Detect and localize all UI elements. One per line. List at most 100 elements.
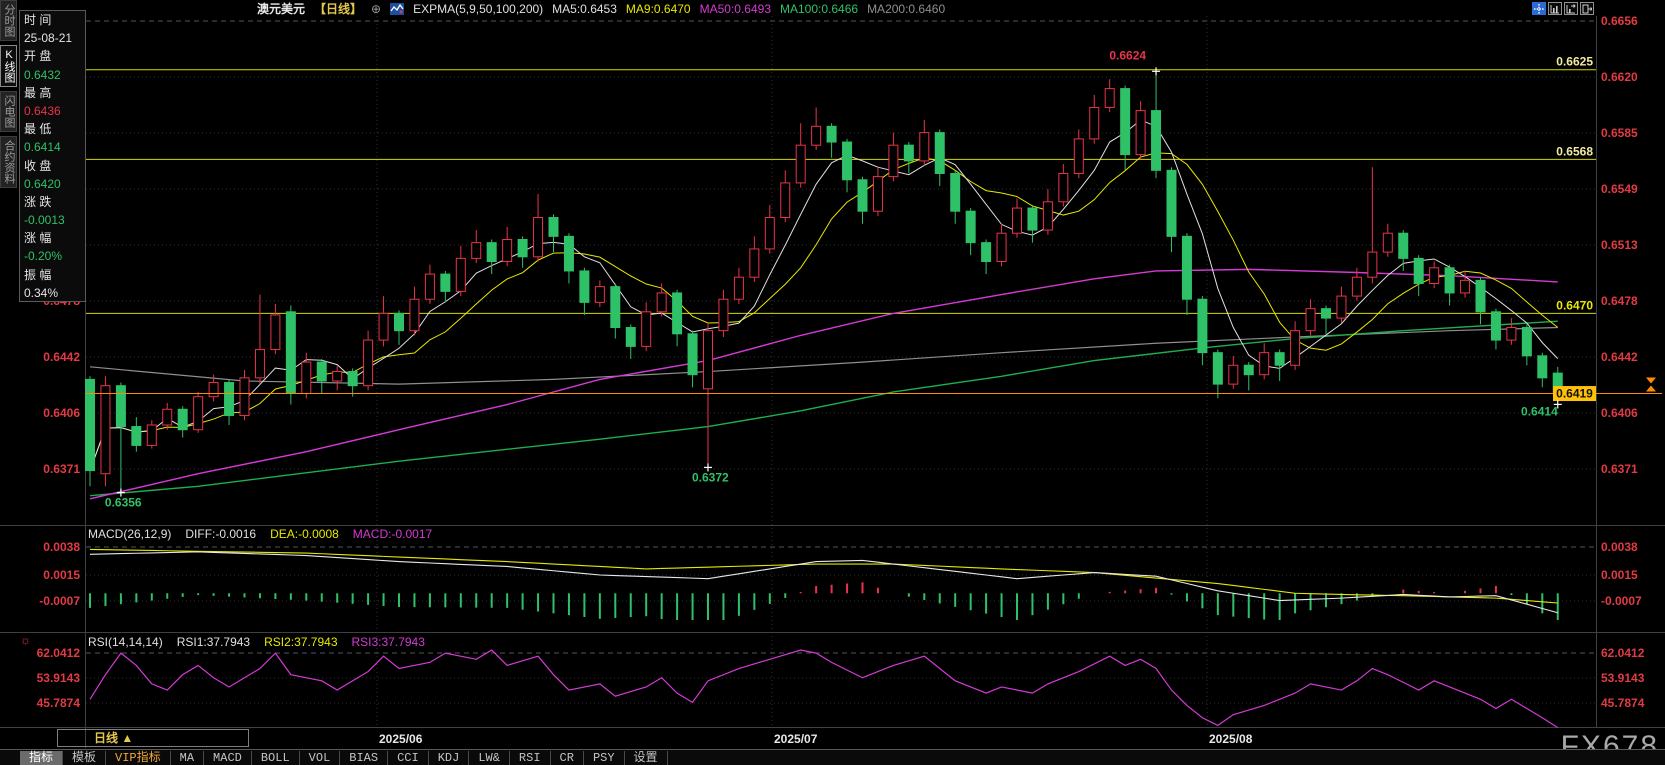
info-value-close: 0.6420 [24, 175, 85, 193]
svg-text:0.0038: 0.0038 [43, 540, 80, 554]
svg-text:-0.0007: -0.0007 [1601, 594, 1642, 608]
svg-text:0.6625: 0.6625 [1556, 55, 1593, 69]
svg-text:53.9143: 53.9143 [1601, 671, 1645, 685]
svg-text:0.6568: 0.6568 [1556, 144, 1593, 158]
macd-header: MACD(26,12,9) DIFF:-0.0016 DEA:-0.0008 M… [88, 527, 432, 541]
svg-text:62.0412: 62.0412 [37, 646, 81, 660]
period-selector[interactable]: 日线 ▲ [57, 729, 249, 747]
tab-ma[interactable]: MA [171, 751, 204, 765]
svg-text:0.6624: 0.6624 [1109, 48, 1146, 62]
info-label: 涨 跌 [24, 193, 85, 211]
tab-kdj[interactable]: KDJ [429, 751, 470, 765]
svg-text:0.6585: 0.6585 [1601, 126, 1638, 140]
macd-diff-value: DIFF:-0.0016 [185, 527, 256, 541]
svg-text:0.6414: 0.6414 [1521, 404, 1558, 418]
forex-chart-app: 0.66560.66560.66200.66200.65850.65850.65… [0, 0, 1665, 765]
svg-text:2025/07: 2025/07 [774, 732, 818, 746]
rsi3-value: RSI3:37.7943 [352, 635, 425, 649]
chart-header: 澳元美元 【日线】 ⊕ EXPMA(5,9,50,100,200) MA5:0.… [257, 1, 945, 16]
svg-text:0.6549: 0.6549 [1601, 182, 1638, 196]
macd-value: MACD:-0.0017 [353, 527, 432, 541]
period-tag: 【日线】 [314, 0, 362, 17]
tab-vol[interactable]: VOL [300, 751, 341, 765]
tab-rsi[interactable]: RSI [510, 751, 551, 765]
chart-mode-strip: 分时图 K线图 闪电图 合约资料 [0, 0, 18, 765]
main-grid [86, 16, 1596, 726]
symbol-title: 澳元美元 [257, 0, 305, 17]
chart-canvas[interactable]: 0.66560.66560.66200.66200.65850.65850.65… [0, 0, 1665, 765]
svg-text:0.6406: 0.6406 [43, 406, 80, 420]
svg-text:0.0015: 0.0015 [1601, 568, 1638, 582]
tab-psy[interactable]: PSY [584, 751, 625, 765]
info-label: 最 低 [24, 120, 85, 138]
svg-text:-0.0007: -0.0007 [39, 594, 80, 608]
svg-text:0.6470: 0.6470 [1556, 298, 1593, 312]
indicator-params: EXPMA(5,9,50,100,200) [413, 2, 543, 16]
svg-text:0.6406: 0.6406 [1601, 406, 1638, 420]
ma5-value: MA5:0.6453 [552, 2, 617, 16]
svg-text:0.6513: 0.6513 [1601, 238, 1638, 252]
svg-text:0.6356: 0.6356 [105, 496, 142, 510]
rsi-panel: 62.041262.041253.914353.914345.787445.78… [37, 646, 1645, 728]
svg-text:0.6620: 0.6620 [1601, 70, 1638, 84]
info-value-low: 0.6414 [24, 138, 85, 156]
tab-candlestick-chart[interactable]: K线图 [0, 45, 17, 87]
info-label: 涨 幅 [24, 229, 85, 247]
rsi-params: RSI(14,14,14) [88, 635, 163, 649]
tab-boll[interactable]: BOLL [252, 751, 300, 765]
ma100-value: MA100:0.6466 [780, 2, 858, 16]
info-value-time: 25-08-21 [24, 29, 85, 47]
tab-template[interactable]: 模板 [63, 751, 106, 765]
svg-text:0.6371: 0.6371 [1601, 462, 1638, 476]
info-label: 时 间 [24, 11, 85, 29]
info-value-high: 0.6436 [24, 102, 85, 120]
ma9-value: MA9:0.6470 [626, 2, 691, 16]
scale-axis-icon[interactable] [1548, 2, 1562, 15]
tab-cr[interactable]: CR [551, 751, 584, 765]
indicator-tabbar: 指标 模板 VIP指标 MA MACD BOLL VOL BIAS CCI KD… [0, 749, 1665, 765]
svg-text:62.0412: 62.0412 [1601, 646, 1645, 660]
indicator-logo-icon [390, 3, 404, 15]
quote-info-panel: 时 间 25-08-21 开 盘 0.6432 最 高 0.6436 最 低 0… [19, 10, 86, 302]
compare-add-icon[interactable]: ⊕ [371, 2, 381, 16]
rsi-header: RSI(14,14,14) RSI1:37.7943 RSI2:37.7943 … [88, 635, 425, 649]
svg-text:0.0015: 0.0015 [43, 568, 80, 582]
crosshair-move-icon[interactable] [1532, 2, 1546, 15]
tab-vip-indicator[interactable]: VIP指标 [106, 751, 171, 765]
price-annotations: 0.6624 0.6356 0.6372 0.6414 [105, 48, 1562, 509]
tab-lwr[interactable]: LW& [469, 751, 510, 765]
tab-contract-info[interactable]: 合约资料 [0, 136, 17, 188]
svg-text:0.6478: 0.6478 [1601, 294, 1638, 308]
macd-params: MACD(26,12,9) [88, 527, 171, 541]
info-label: 振 幅 [24, 266, 85, 284]
info-value-change-pct: -0.20% [24, 247, 85, 265]
svg-text:0.0038: 0.0038 [1601, 540, 1638, 554]
svg-text:0.6419: 0.6419 [1556, 387, 1593, 401]
chart-toolbar [1532, 2, 1594, 15]
macd-dea-value: DEA:-0.0008 [270, 527, 339, 541]
info-label: 最 高 [24, 84, 85, 102]
macd-panel: 0.0038 0.0038 0.0015 0.0015 -0.0007 -0.0007 [39, 540, 1642, 620]
svg-text:0.6371: 0.6371 [43, 462, 80, 476]
svg-text:0.6372: 0.6372 [692, 470, 729, 484]
rsi2-value: RSI2:37.7943 [264, 635, 337, 649]
tab-lightning-chart[interactable]: 闪电图 [0, 91, 17, 132]
tab-indicator[interactable]: 指标 [20, 751, 63, 765]
tab-bias[interactable]: BIAS [340, 751, 388, 765]
svg-text:2025/08: 2025/08 [1209, 732, 1253, 746]
info-label: 收 盘 [24, 157, 85, 175]
tab-macd[interactable]: MACD [204, 751, 252, 765]
indicator-settings-icon[interactable]: ☼ [20, 633, 31, 647]
scale-right-icon[interactable] [1564, 2, 1578, 15]
tab-settings[interactable]: 设置 [625, 751, 668, 765]
tab-cci[interactable]: CCI [388, 751, 429, 765]
rsi1-value: RSI1:37.7943 [177, 635, 250, 649]
pane-expand-icon[interactable] [1580, 2, 1594, 15]
candlestick-series [86, 71, 1563, 492]
info-label: 开 盘 [24, 47, 85, 65]
info-value-amplitude: 0.34% [24, 284, 85, 302]
svg-text:0.6442: 0.6442 [43, 350, 80, 364]
info-value-open: 0.6432 [24, 66, 85, 84]
tab-time-share-chart[interactable]: 分时图 [0, 0, 17, 41]
ma200-value: MA200:0.6460 [867, 2, 945, 16]
